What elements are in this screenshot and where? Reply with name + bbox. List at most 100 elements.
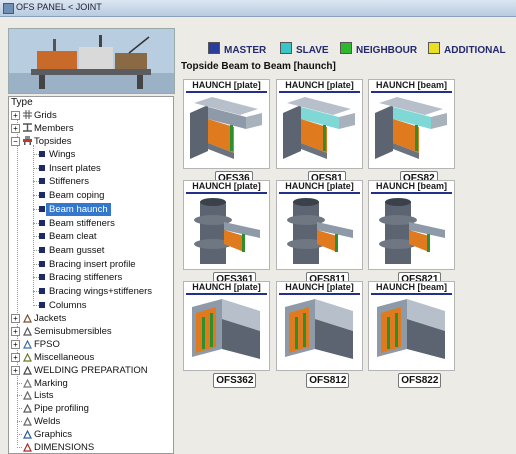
semisub-icon (23, 326, 32, 336)
joint-option-card[interactable]: HAUNCH [plate] (183, 180, 270, 270)
title-underline (186, 293, 267, 295)
tree-item-marking[interactable]: Marking (34, 377, 68, 390)
tree-item-bracing-insert-profile[interactable]: Bracing insert profile (49, 258, 136, 271)
legend-neighbour: NEIGHBOUR (340, 42, 417, 56)
joint-option-title: HAUNCH [plate] (192, 282, 261, 292)
fpso-icon (23, 339, 32, 349)
title-underline (186, 192, 267, 194)
joint-type-icon (39, 233, 45, 240)
joint-type-icon (39, 164, 45, 171)
joint-option-card[interactable]: HAUNCH [plate] (183, 281, 270, 371)
title-underline (371, 91, 452, 93)
joint-option-title: HAUNCH [beam] (375, 80, 447, 90)
expand-members-icon[interactable]: + (11, 124, 20, 133)
title-underline (279, 293, 360, 295)
legend-master: MASTER (208, 42, 266, 56)
tree-item-grids[interactable]: Grids (34, 109, 57, 122)
tree-header: Type (11, 97, 33, 108)
joint-option-title: HAUNCH [plate] (192, 80, 261, 90)
title-underline (279, 192, 360, 194)
title-bar: OFS PANEL < JOINT (0, 0, 516, 17)
pipe-icon (23, 404, 32, 413)
joint-option-card[interactable]: HAUNCH [plate] (276, 281, 363, 371)
tree-item-members[interactable]: Members (34, 122, 74, 135)
joint-option-card[interactable]: HAUNCH [beam] (368, 79, 455, 169)
joint-option-title: HAUNCH [plate] (192, 181, 261, 191)
joint-type-icon (39, 151, 45, 157)
grid-icon (23, 110, 32, 119)
tree-item-semisubmersibles[interactable]: Semisubmersibles (34, 325, 112, 338)
welds-icon (23, 417, 32, 426)
tree-item-beam-cleat[interactable]: Beam cleat (49, 230, 97, 243)
joint-option-card[interactable]: HAUNCH [plate] (183, 79, 270, 169)
title-underline (186, 91, 267, 93)
tree-item-graphics[interactable]: Graphics (34, 428, 72, 441)
tree-item-beam-gusset[interactable]: Beam gusset (49, 244, 104, 257)
tree-item-welds[interactable]: Welds (34, 415, 60, 428)
tree-item-miscellaneous[interactable]: Miscellaneous (34, 351, 94, 364)
member-icon (23, 123, 32, 132)
joint-code-button[interactable]: OFS822 (398, 373, 442, 388)
joint-option-title: HAUNCH [plate] (285, 282, 354, 292)
neighbour-swatch-icon (340, 42, 352, 54)
main-window: MASTER SLAVE NEIGHBOUR ADDITIONAL Topsid… (0, 17, 516, 454)
tree-item-bracing-stiffeners[interactable]: Bracing stiffeners (49, 271, 122, 284)
tree-item-topsides[interactable]: Topsides (34, 135, 72, 148)
tree-item-jackets[interactable]: Jackets (34, 312, 66, 325)
title-underline (371, 293, 452, 295)
slave-swatch-icon (280, 42, 292, 54)
type-tree[interactable]: Type + Grids + Members − Topsides Wings I… (8, 96, 174, 454)
tree-item-wings[interactable]: Wings (49, 148, 75, 161)
tree-item-lists[interactable]: Lists (34, 389, 54, 402)
platform-photo (8, 28, 175, 94)
panel-heading: Topside Beam to Beam [haunch] (181, 61, 336, 72)
joint-option-card[interactable]: HAUNCH [plate] (276, 79, 363, 169)
expand-fpso-icon[interactable]: + (11, 339, 20, 349)
title-underline (279, 91, 360, 93)
tree-item-welding-preparation[interactable]: WELDING PREPARATION (34, 364, 148, 377)
expand-misc-icon[interactable]: + (11, 352, 20, 362)
tree-item-insert-plates[interactable]: Insert plates (49, 162, 101, 175)
window-title: OFS PANEL < JOINT (16, 2, 102, 12)
joint-option-card[interactable]: HAUNCH [plate] (276, 180, 363, 270)
joint-type-icon (39, 260, 45, 267)
joint-type-icon (39, 178, 45, 185)
misc-icon (23, 352, 32, 362)
tree-item-dimensions[interactable]: DIMENSIONS (34, 441, 94, 453)
jacket-icon (23, 314, 32, 323)
tree-item-fpso[interactable]: FPSO (34, 338, 60, 351)
joint-type-icon (39, 301, 45, 308)
marking-icon (23, 378, 32, 388)
joint-option-title: HAUNCH [beam] (375, 181, 447, 191)
joint-type-icon (39, 246, 45, 253)
expand-grids-icon[interactable]: + (11, 111, 20, 120)
additional-swatch-icon (428, 42, 440, 54)
joint-code-button[interactable]: OFS812 (306, 373, 350, 388)
tree-item-bracing-wings-stiffeners[interactable]: Bracing wings+stiffeners (49, 285, 152, 298)
expand-semisub-icon[interactable]: + (11, 326, 20, 336)
master-swatch-icon (208, 42, 220, 54)
tree-item-stiffeners[interactable]: Stiffeners (49, 175, 89, 188)
joint-type-icon (39, 205, 45, 212)
dimensions-icon (23, 443, 32, 452)
legend-slave: SLAVE (280, 42, 329, 56)
joint-code-button[interactable]: OFS362 (213, 373, 257, 388)
welding-icon (23, 365, 32, 375)
joint-option-card[interactable]: HAUNCH [beam] (368, 281, 455, 371)
joint-type-icon (39, 288, 45, 294)
joint-option-title: HAUNCH [beam] (375, 282, 447, 292)
tree-item-pipe-profiling[interactable]: Pipe profiling (34, 402, 89, 415)
joint-option-title: HAUNCH [plate] (285, 181, 354, 191)
tree-item-beam-stiffeners[interactable]: Beam stiffeners (49, 217, 115, 230)
joint-type-icon (39, 274, 45, 281)
tree-item-beam-haunch[interactable]: Beam haunch (46, 202, 111, 216)
title-underline (371, 192, 452, 194)
expand-welding-icon[interactable]: + (11, 365, 20, 375)
expand-jacket-icon[interactable]: + (11, 314, 20, 323)
legend-additional: ADDITIONAL (428, 42, 506, 56)
collapse-topsides-icon[interactable]: − (11, 137, 20, 146)
joint-option-title: HAUNCH [plate] (285, 80, 354, 90)
tree-item-columns[interactable]: Columns (49, 299, 87, 312)
joint-option-card[interactable]: HAUNCH [beam] (368, 180, 455, 270)
tree-item-beam-coping[interactable]: Beam coping (49, 189, 104, 202)
